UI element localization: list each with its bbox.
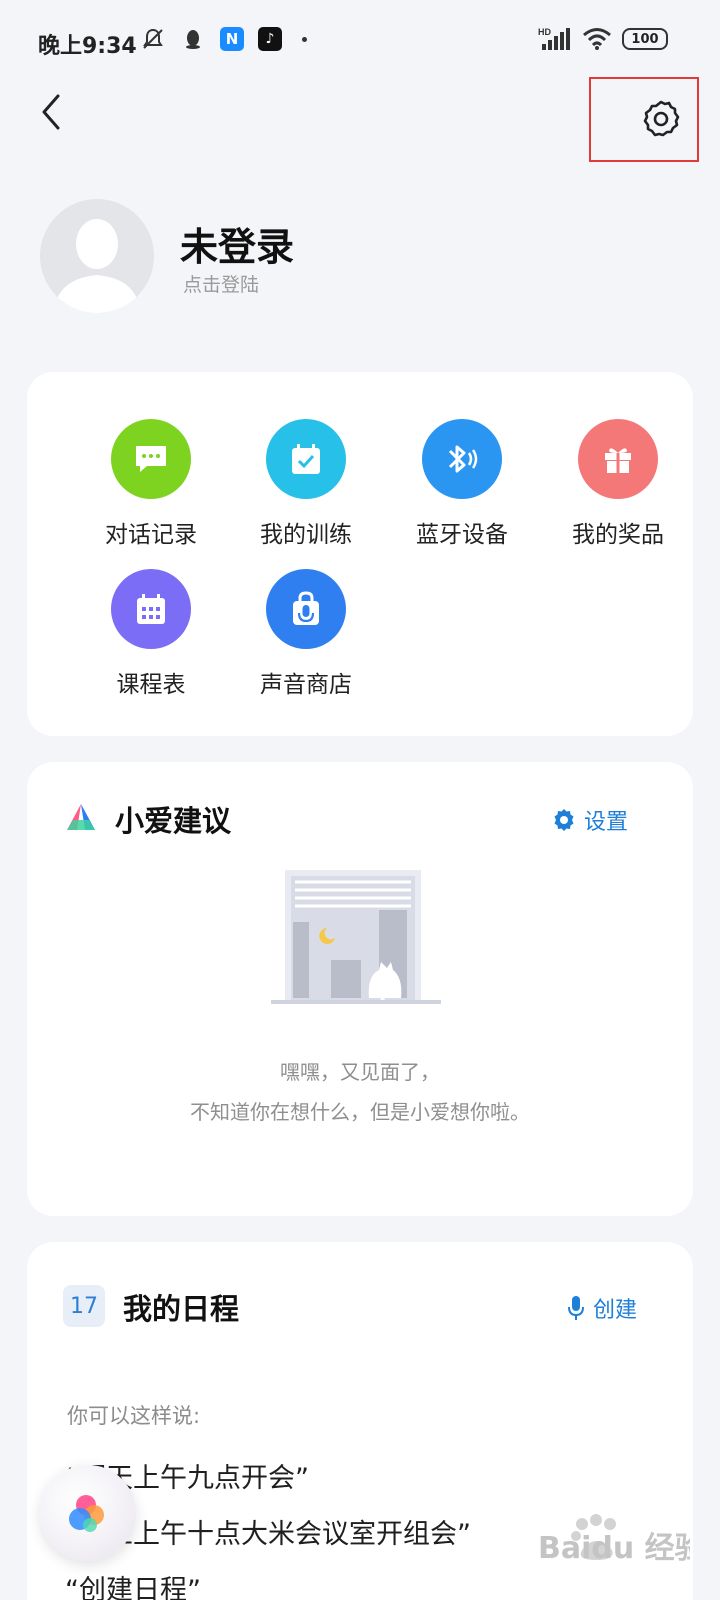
status-bar: 晚上9:34 N ♪ HD 100 [0, 0, 720, 86]
feature-label: 我的奖品 [572, 522, 664, 548]
feature-label: 声音商店 [260, 672, 352, 698]
feature-label: 蓝牙设备 [416, 522, 508, 548]
xiaoai-suggestion-card: 小爱建议 设置 嘿嘿，又见面了， 不知道你在想什么，但是小爱想你啦。 [27, 762, 693, 1216]
baidu-jingyan-watermark: Baidu 经验 [538, 1514, 690, 1566]
watermark-text: Baidu 经验 [538, 1531, 690, 1566]
suggestion-settings-button[interactable]: 设置 [552, 804, 628, 836]
schedule-title: 我的日程 [123, 1292, 240, 1326]
create-label: 创建 [593, 1298, 638, 1323]
feature-voice-store[interactable]: 声音商店 [236, 569, 376, 699]
xiaoai-floating-assistant[interactable] [40, 1465, 136, 1561]
empty-message-line1: 嘿嘿，又见面了， [280, 1060, 440, 1084]
network-type: HD [538, 27, 551, 37]
feature-label: 对话记录 [105, 522, 197, 548]
login-hint[interactable]: 点击登陆 [183, 270, 259, 297]
status-icons-right: HD 100 [538, 26, 668, 52]
battery-indicator: 100 [622, 28, 668, 50]
qq-icon [186, 30, 200, 49]
status-icons-left: N ♪ [140, 26, 307, 52]
tiktok-icon: ♪ [258, 27, 282, 51]
more-notifications-dot [302, 36, 307, 42]
settings-label: 设置 [584, 810, 629, 835]
default-avatar-icon [54, 219, 140, 313]
feature-my-training[interactable]: 我的训练 [236, 419, 376, 549]
example-command[interactable]: “创建日程” [65, 1568, 201, 1600]
assistant-orb-icon [69, 1495, 104, 1532]
wifi-icon [583, 28, 611, 50]
mute-icon [143, 28, 163, 49]
calendar-check-icon [266, 419, 346, 499]
empty-message-line2: 不知道你在想什么，但是小爱想你啦。 [190, 1100, 530, 1124]
feature-grid-card: 对话记录 我的训练 蓝牙设备 我的奖品 课程表 声音商店 [27, 372, 693, 736]
feature-course-schedule[interactable]: 课程表 [81, 569, 221, 699]
xiaoai-logo-icon [67, 804, 95, 830]
gear-icon [554, 809, 574, 831]
calendar-date-icon: 17 [63, 1285, 105, 1327]
bluetooth-icon [422, 419, 502, 499]
shopping-bag-mic-icon [266, 569, 346, 649]
app-n-icon: N [220, 27, 244, 51]
signal-icon: HD [538, 27, 570, 50]
feature-bluetooth-devices[interactable]: 蓝牙设备 [392, 419, 532, 549]
schedule-hint: 你可以这样说: [67, 1404, 201, 1428]
avatar[interactable] [40, 199, 154, 313]
microphone-icon [568, 1296, 584, 1320]
feature-label: 课程表 [116, 672, 186, 698]
feature-my-prizes[interactable]: 我的奖品 [548, 419, 688, 549]
feature-chat-history[interactable]: 对话记录 [81, 419, 221, 549]
create-schedule-button[interactable]: 创建 [567, 1292, 637, 1324]
gift-icon [578, 419, 658, 499]
profile-name[interactable]: 未登录 [180, 216, 294, 271]
gear-icon[interactable] [640, 98, 682, 140]
suggestion-title: 小爱建议 [115, 804, 232, 838]
empty-state-illustration [271, 870, 441, 1020]
feature-label: 我的训练 [260, 522, 352, 548]
status-time: 晚上9:34 [38, 34, 137, 59]
calendar-grid-icon [111, 569, 191, 649]
back-icon[interactable] [30, 90, 74, 134]
chat-bubble-icon [111, 419, 191, 499]
